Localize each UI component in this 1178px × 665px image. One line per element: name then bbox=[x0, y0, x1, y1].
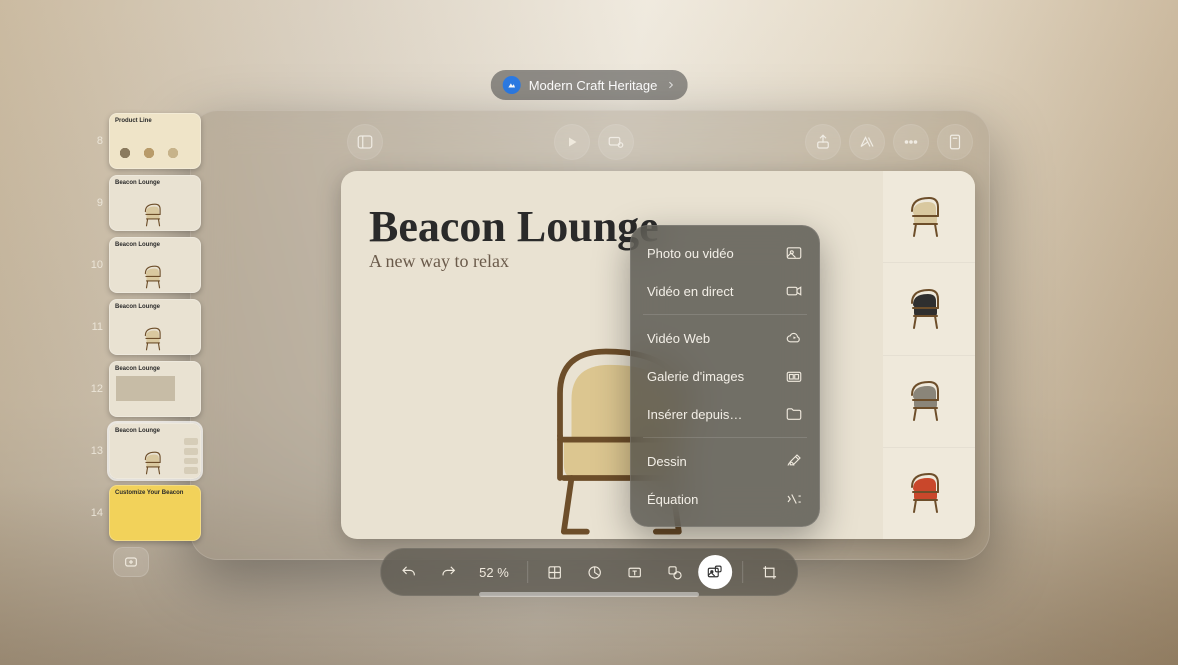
app-window: 8Product Line9Beacon Lounge 10Beacon Lou… bbox=[190, 110, 990, 560]
menu-item[interactable]: Dessin bbox=[631, 442, 819, 480]
menu-item-label: Équation bbox=[647, 492, 698, 507]
insert-media-button[interactable] bbox=[698, 555, 732, 589]
slide-number: 9 bbox=[89, 197, 103, 209]
insert-chart-button[interactable] bbox=[578, 555, 612, 589]
menu-item-label: Photo ou vidéo bbox=[647, 246, 734, 261]
crop-button[interactable] bbox=[753, 555, 787, 589]
slide-title[interactable]: Beacon Lounge bbox=[369, 201, 659, 252]
camera-icon bbox=[785, 282, 803, 300]
slide-number: 14 bbox=[89, 507, 103, 519]
insert-text-button[interactable] bbox=[618, 555, 652, 589]
menu-item-label: Vidéo Web bbox=[647, 331, 710, 346]
share-button[interactable] bbox=[805, 124, 841, 160]
play-button[interactable] bbox=[554, 124, 590, 160]
divider bbox=[742, 561, 743, 583]
menu-item[interactable]: Insérer depuis… bbox=[631, 395, 819, 433]
home-indicator[interactable] bbox=[479, 592, 699, 597]
gallery-icon bbox=[785, 367, 803, 385]
draw-icon bbox=[785, 452, 803, 470]
sidebar-toggle-button[interactable] bbox=[347, 124, 383, 160]
image-gallery-strip[interactable] bbox=[883, 171, 975, 539]
slide-number: 8 bbox=[89, 135, 103, 147]
gallery-thumbnail[interactable] bbox=[883, 171, 975, 263]
undo-button[interactable] bbox=[391, 555, 425, 589]
slide-thumbnail[interactable]: 9Beacon Lounge bbox=[71, 175, 201, 231]
rehearse-button[interactable] bbox=[598, 124, 634, 160]
slide-number: 12 bbox=[89, 383, 103, 395]
equation-icon bbox=[785, 490, 803, 508]
slide-number: 11 bbox=[89, 321, 103, 333]
gallery-thumbnail[interactable] bbox=[883, 448, 975, 539]
slide-thumbnail[interactable]: 8Product Line bbox=[71, 113, 201, 169]
menu-item-label: Galerie d'images bbox=[647, 369, 744, 384]
app-icon bbox=[503, 76, 521, 94]
bottom-toolbar: 52 % bbox=[380, 548, 798, 596]
menu-item[interactable]: Équation bbox=[631, 480, 819, 518]
menu-item[interactable]: Vidéo Web bbox=[631, 319, 819, 357]
divider bbox=[527, 561, 528, 583]
document-title-pill[interactable]: Modern Craft Heritage bbox=[491, 70, 688, 100]
document-settings-button[interactable] bbox=[937, 124, 973, 160]
document-title: Modern Craft Heritage bbox=[529, 78, 658, 93]
slide-thumbnail[interactable]: 11Beacon Lounge bbox=[71, 299, 201, 355]
menu-item-label: Vidéo en direct bbox=[647, 284, 734, 299]
folder-icon bbox=[785, 405, 803, 423]
insert-shape-button[interactable] bbox=[658, 555, 692, 589]
slide-thumbnail[interactable]: 14Customize Your Beacon bbox=[71, 485, 201, 541]
slide-thumbnail[interactable]: 12Beacon Lounge bbox=[71, 361, 201, 417]
cloud-icon bbox=[785, 329, 803, 347]
more-button[interactable] bbox=[893, 124, 929, 160]
photo-icon bbox=[785, 244, 803, 262]
zoom-level[interactable]: 52 % bbox=[471, 565, 517, 580]
top-toolbar bbox=[191, 121, 989, 163]
slide-number: 13 bbox=[89, 445, 103, 457]
slide-navigator: 8Product Line 9Beacon Lounge 10Beacon Lou… bbox=[71, 111, 201, 559]
menu-item-label: Insérer depuis… bbox=[647, 407, 742, 422]
menu-item[interactable]: Galerie d'images bbox=[631, 357, 819, 395]
slide-thumbnail[interactable]: 10Beacon Lounge bbox=[71, 237, 201, 293]
gallery-thumbnail[interactable] bbox=[883, 263, 975, 355]
format-button[interactable] bbox=[849, 124, 885, 160]
slide-subtitle[interactable]: A new way to relax bbox=[369, 251, 509, 272]
gallery-thumbnail[interactable] bbox=[883, 356, 975, 448]
redo-button[interactable] bbox=[431, 555, 465, 589]
menu-item[interactable]: Photo ou vidéo bbox=[631, 234, 819, 272]
insert-media-menu: Photo ou vidéo Vidéo en direct Vidéo Web… bbox=[630, 225, 820, 527]
add-slide-button[interactable] bbox=[113, 547, 149, 577]
insert-table-button[interactable] bbox=[538, 555, 572, 589]
slide-number: 10 bbox=[89, 259, 103, 271]
menu-item-label: Dessin bbox=[647, 454, 687, 469]
chevron-right-icon bbox=[665, 78, 675, 93]
menu-item[interactable]: Vidéo en direct bbox=[631, 272, 819, 310]
slide-thumbnail[interactable]: 13Beacon Lounge bbox=[71, 423, 201, 479]
